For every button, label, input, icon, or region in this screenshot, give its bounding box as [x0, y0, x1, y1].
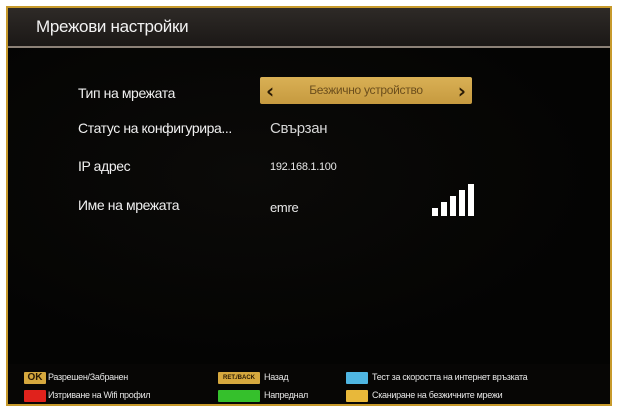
- signal-bar-3: [450, 196, 456, 216]
- ip-address-label[interactable]: IP адрес: [78, 158, 131, 174]
- back-key-icon: RET./BACK: [218, 372, 260, 384]
- red-key-icon: [24, 390, 46, 402]
- page-title: Мрежови настройки: [36, 17, 189, 36]
- wifi-signal-icon: [432, 180, 484, 216]
- ip-address-value: 192.168.1.100: [270, 161, 337, 173]
- config-status-label[interactable]: Статус на конфигурира...: [78, 120, 232, 136]
- title-bar: Мрежови настройки: [8, 8, 610, 48]
- network-type-label: Тип на мрежата: [78, 85, 175, 101]
- help-footer: OK Разрешен/Забранен RET./BACK Назад Тес…: [8, 364, 610, 404]
- green-key-icon: [218, 390, 260, 402]
- green-key-label: Напреднал: [264, 390, 308, 400]
- yellow-key-label: Сканиране на безжичните мрежи: [372, 390, 503, 400]
- signal-bar-1: [432, 208, 438, 216]
- signal-bar-4: [459, 190, 465, 216]
- signal-bar-2: [441, 202, 447, 216]
- back-key-label: Назад: [264, 372, 289, 382]
- config-status-value: Свързан: [270, 120, 328, 137]
- blue-key-label: Тест за скоростта на интернет връзката: [372, 372, 528, 382]
- network-type-value: Безжично устройство: [309, 83, 423, 97]
- network-name-label[interactable]: Име на мрежата: [78, 197, 180, 213]
- ok-key-label: Разрешен/Забранен: [48, 372, 128, 382]
- ok-key-icon: OK: [24, 372, 46, 384]
- network-type-selector[interactable]: ‹ Безжично устройство ›: [260, 77, 472, 104]
- yellow-key-icon: [346, 390, 368, 402]
- signal-bar-5: [468, 184, 474, 216]
- network-name-value: emre: [270, 200, 299, 215]
- red-key-label: Изтриване на Wifi профил: [48, 390, 151, 400]
- chevron-right-icon[interactable]: ›: [458, 79, 466, 103]
- blue-key-icon: [346, 372, 368, 384]
- network-settings-screen: Мрежови настройки Тип на мрежата ‹ Безжи…: [6, 6, 612, 406]
